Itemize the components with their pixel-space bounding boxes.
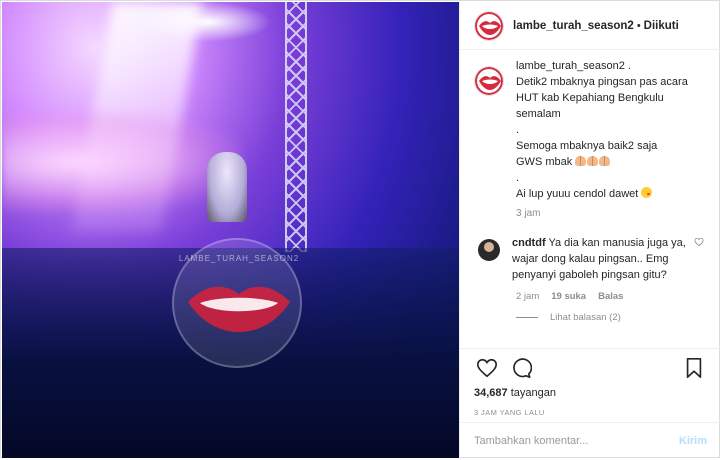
praying-hands-icon	[587, 156, 599, 166]
post-video[interactable]: LAMBE_TURAH_SEASON2	[2, 2, 459, 458]
caption-text: lambe_turah_season2 . Detik2 mbaknya pin…	[516, 58, 706, 202]
comment-heart-icon[interactable]	[694, 237, 704, 250]
winking-face-icon	[641, 187, 653, 198]
bookmark-icon[interactable]	[681, 355, 707, 381]
caption-line: semalam	[516, 108, 561, 120]
post-comment-button[interactable]: Kirim	[679, 435, 707, 447]
view-count[interactable]: 34,687 tayangan	[474, 387, 707, 399]
heart-icon[interactable]	[474, 355, 500, 381]
caption-line: GWS mbak	[516, 156, 573, 168]
praying-hands-icon	[599, 156, 611, 166]
lips-logo-icon	[188, 286, 290, 332]
comment-likes[interactable]: 19 suka	[551, 291, 586, 302]
caption-line: Detik2 mbaknya pingsan pas acara	[516, 76, 688, 88]
watermark-text: LAMBE_TURAH_SEASON2	[178, 254, 300, 263]
caption-line: HUT kab Kepahiang Bengkulu	[516, 92, 664, 104]
comment-username[interactable]: cndtdf	[512, 237, 546, 249]
caption-username[interactable]: lambe_turah_season2	[516, 60, 625, 72]
action-icons	[474, 349, 707, 387]
header-username[interactable]: lambe_turah_season2	[513, 20, 634, 32]
views-label: tayangan	[510, 387, 556, 399]
caption-line: .	[516, 172, 520, 184]
post-header: lambe_turah_season2 • Diikuti	[460, 2, 720, 50]
view-replies-label[interactable]: Lihat balasan (2)	[550, 312, 621, 323]
story-ring	[475, 67, 503, 95]
add-comment-bar: Kirim	[460, 422, 720, 458]
comment-text: cndtdf Ya dia kan manusia juga ya, wajar…	[512, 235, 690, 283]
performer	[207, 152, 247, 222]
avatar[interactable]	[474, 10, 504, 41]
replies-line	[516, 317, 538, 318]
caption-line: Semoga mbaknya baik2 saja	[516, 140, 658, 152]
comment-row: cndtdf Ya dia kan manusia juga ya, wajar…	[474, 225, 707, 283]
caption-time[interactable]: 3 jam	[516, 208, 707, 219]
posted-time: 3 JAM YANG LALU	[474, 408, 545, 417]
caption-line: Ai lup yuuu cendol dawet	[516, 188, 639, 200]
comment-meta: 2 jam 19 suka Balas	[516, 291, 707, 302]
watermark-logo: LAMBE_TURAH_SEASON2	[172, 238, 302, 368]
follow-status-button[interactable]: Diikuti	[644, 20, 679, 32]
header-separator: •	[636, 19, 641, 32]
comments-section: lambe_turah_season2 . Detik2 mbaknya pin…	[460, 58, 720, 348]
commenter-avatar[interactable]	[478, 239, 500, 261]
story-ring	[475, 11, 503, 40]
views-number: 34,687	[474, 387, 508, 399]
caption-avatar[interactable]	[474, 66, 504, 96]
stage-truss	[285, 2, 307, 252]
praying-hands-icon	[575, 156, 587, 166]
post-sidebar: lambe_turah_season2 • Diikuti lambe_tura…	[459, 2, 720, 458]
caption-row: lambe_turah_season2 . Detik2 mbaknya pin…	[474, 58, 707, 202]
instagram-post: LAMBE_TURAH_SEASON2 lambe_turah_season2 …	[0, 0, 720, 458]
comment-time[interactable]: 2 jam	[516, 291, 539, 302]
light-haze	[2, 112, 242, 212]
caption-line: .	[516, 124, 520, 136]
view-replies[interactable]: Lihat balasan (2)	[516, 312, 707, 323]
comment-input[interactable]	[474, 434, 679, 447]
comment-icon[interactable]	[508, 355, 534, 381]
reply-button[interactable]: Balas	[598, 291, 623, 302]
